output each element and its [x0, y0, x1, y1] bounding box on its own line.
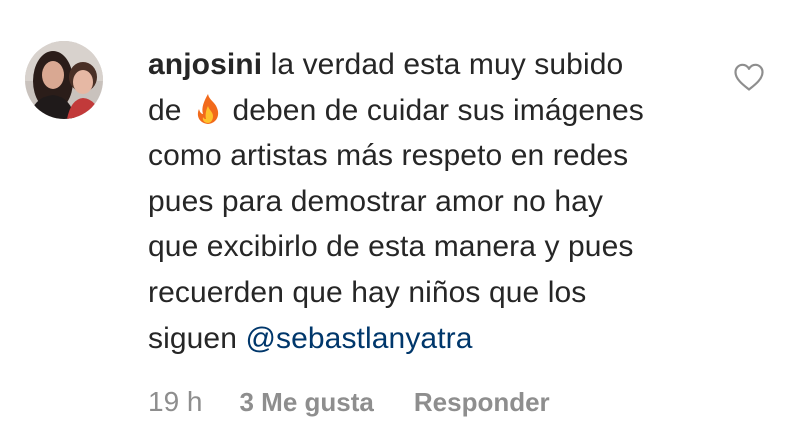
avatar-image: [25, 41, 103, 119]
comment-line: recuerden que hay niños que los: [148, 270, 708, 316]
comment-meta: 19 h 3 Me gusta Responder: [148, 382, 550, 422]
comment-text-segment: como artistas más respeto en redes: [148, 139, 629, 173]
fire-icon: [193, 93, 223, 125]
like-comment-button[interactable]: [733, 62, 765, 92]
mention-link[interactable]: @sebastlanyatra: [245, 322, 472, 355]
comment-line: que excibirlo de esta manera y pues: [148, 224, 708, 270]
likes-count-button[interactable]: 3 Me gusta: [240, 387, 374, 418]
comment-line: pues para demostrar amor no hay: [148, 179, 708, 225]
comment-timestamp[interactable]: 19 h: [148, 386, 203, 418]
comment-text-segment: siguen: [148, 321, 238, 355]
heart-outline-icon: [734, 63, 764, 91]
reply-button[interactable]: Responder: [414, 387, 550, 418]
comment-username[interactable]: anjosini: [148, 48, 262, 81]
comment-text-segment: deben de cuidar sus imágenes: [232, 93, 644, 127]
comment-text-segment: la verdad esta muy subido: [270, 48, 624, 81]
comment-text: anjosini la verdad esta muy subido de de…: [148, 42, 708, 361]
comment-line: como artistas más respeto en redes: [148, 133, 708, 179]
comment-text-segment: de: [148, 93, 182, 127]
comment-text-segment: pues para demostrar amor no hay: [148, 184, 604, 218]
comment-line: de deben de cuidar sus imágenes: [148, 88, 708, 134]
comment-item: anjosini la verdad esta muy subido de de…: [0, 0, 800, 436]
avatar[interactable]: [25, 41, 103, 119]
comment-line: siguen @sebastlanyatra: [148, 316, 708, 362]
comment-line: anjosini la verdad esta muy subido: [148, 42, 708, 88]
comment-text-segment: que excibirlo de esta manera y pues: [148, 230, 634, 264]
comment-text-segment: recuerden que hay niños que los: [148, 275, 587, 309]
